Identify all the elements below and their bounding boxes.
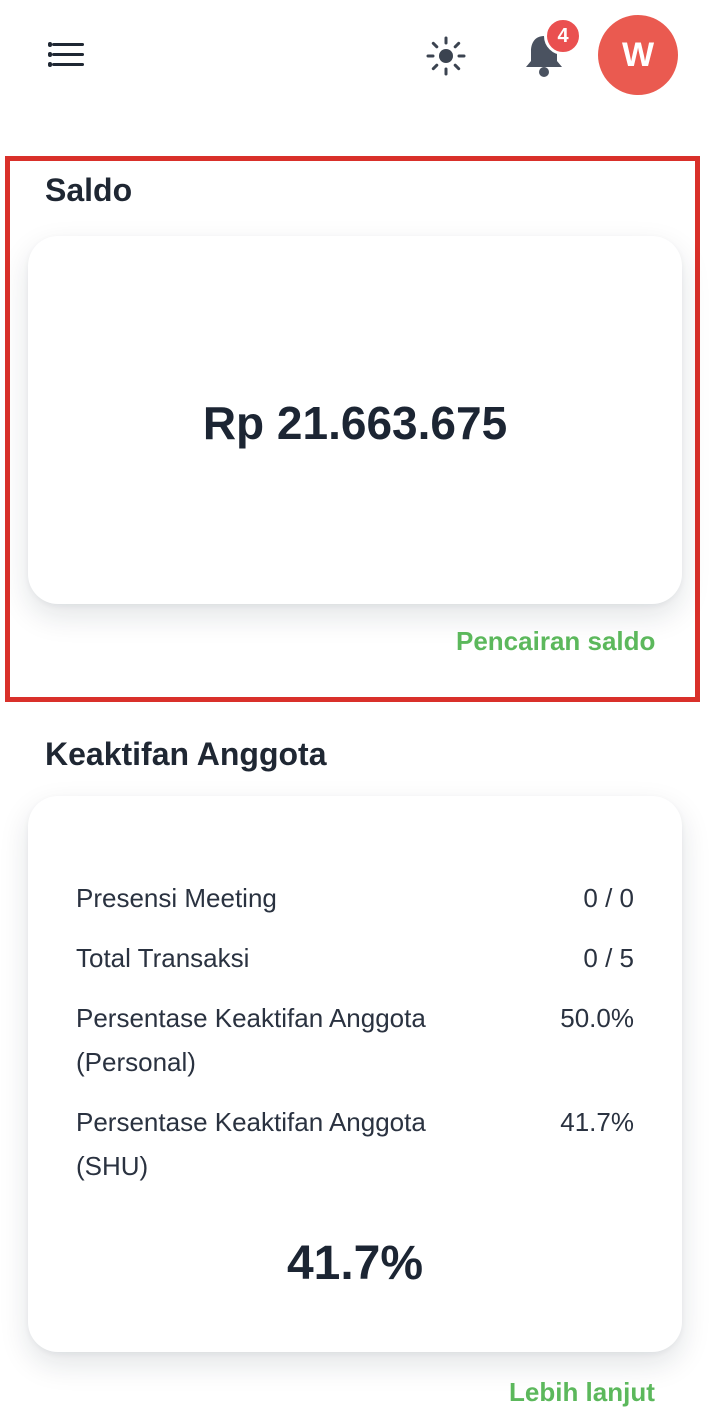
withdraw-balance-link[interactable]: Pencairan saldo: [456, 626, 655, 657]
hamburger-menu-icon[interactable]: [46, 38, 88, 72]
activity-summary-percentage: 41.7%: [286, 1237, 424, 1290]
activity-row-label: Total Transaksi: [76, 943, 250, 973]
activity-row: Total Transaksi 0 / 5: [76, 936, 634, 980]
activity-row: Persentase Keaktifan Anggota (Personal) …: [76, 996, 634, 1084]
top-bar: 4 W: [0, 0, 720, 110]
activity-row-value: 41.7%: [560, 1107, 634, 1137]
saldo-card: Rp 21.663.675: [28, 236, 682, 604]
activity-row-label: Persentase Keaktifan Anggota (SHU): [76, 1107, 426, 1181]
activity-row-label: Presensi Meeting: [76, 883, 277, 913]
activity-title: Keaktifan Anggota: [45, 736, 327, 772]
activity-row-label: Persentase Keaktifan Anggota (Personal): [76, 1003, 426, 1077]
activity-row-value: 50.0%: [560, 1003, 634, 1033]
activity-row: Persentase Keaktifan Anggota (SHU) 41.7%: [76, 1100, 634, 1188]
sun-icon[interactable]: [424, 34, 468, 78]
saldo-title: Saldo: [45, 172, 133, 208]
activity-row-value: 0 / 0: [583, 883, 634, 913]
activity-card: Presensi Meeting 0 / 0 Total Transaksi 0…: [28, 796, 682, 1352]
activity-row-value: 0 / 5: [583, 943, 634, 973]
avatar[interactable]: W: [598, 15, 678, 95]
activity-row: Presensi Meeting 0 / 0: [76, 876, 634, 920]
more-details-link[interactable]: Lebih lanjut: [509, 1377, 655, 1408]
saldo-amount: Rp 21.663.675: [202, 397, 508, 449]
notification-badge: 4: [544, 17, 582, 55]
